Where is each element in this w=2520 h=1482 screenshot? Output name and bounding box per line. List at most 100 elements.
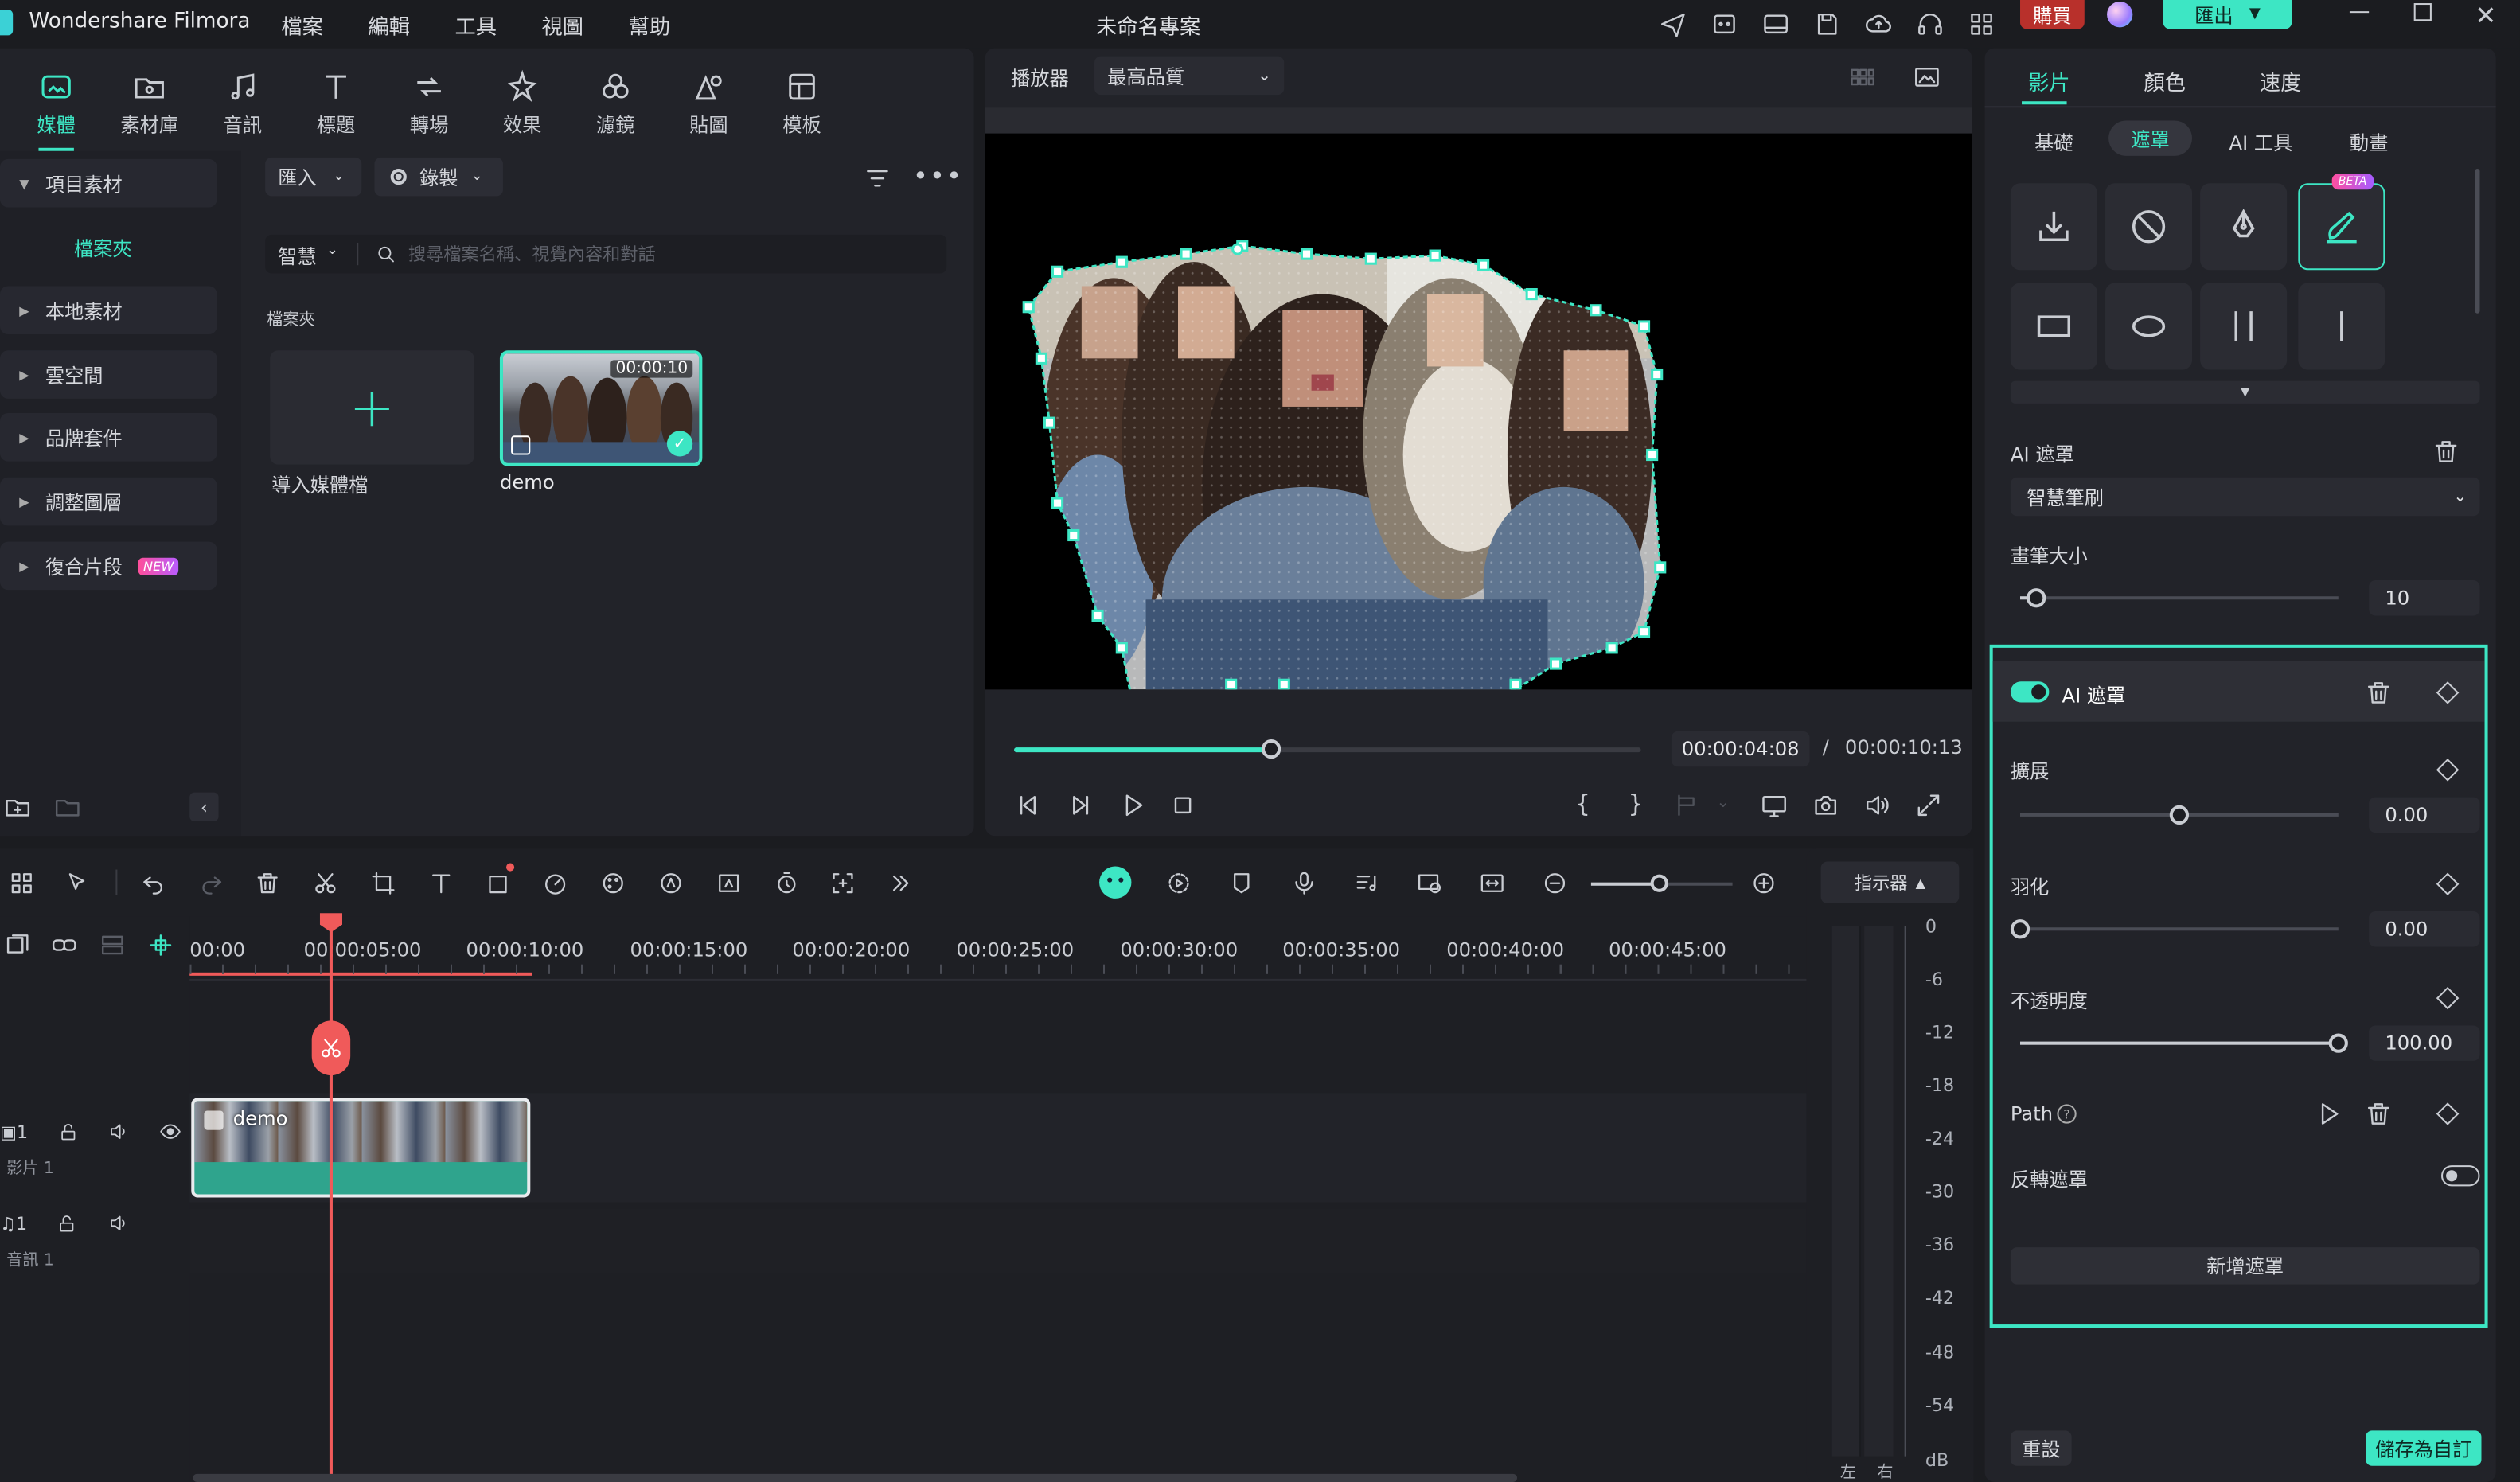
prev-frame-icon[interactable]	[1012, 790, 1044, 821]
user-avatar[interactable]	[2107, 2, 2133, 28]
restore-button[interactable]	[2413, 3, 2432, 21]
ai-copilot-icon[interactable]	[1094, 861, 1136, 903]
assistant-icon[interactable]	[1707, 6, 1742, 41]
magnet-snap-icon[interactable]	[145, 930, 177, 959]
folder-icon[interactable]	[53, 793, 82, 821]
lock-icon[interactable]	[56, 1212, 78, 1234]
toolbar-media[interactable]: 媒體	[10, 58, 103, 148]
filter-sort-icon[interactable]	[860, 161, 895, 196]
toolbar-titles[interactable]: 標題	[289, 58, 382, 148]
timeline-clip[interactable]: demo	[191, 1098, 531, 1198]
chevron-down-icon[interactable]: ⌄	[1716, 794, 1730, 812]
tab-color[interactable]: 顏色	[2144, 66, 2186, 96]
link-icon[interactable]	[49, 930, 80, 959]
fullscreen-icon[interactable]	[1913, 790, 1945, 821]
ai-edit-icon[interactable]	[650, 861, 692, 903]
delete-mask-icon[interactable]	[2364, 678, 2393, 707]
fit-timeline-icon[interactable]	[1470, 861, 1512, 903]
add-mask-button[interactable]: 新增遮罩	[2010, 1247, 2480, 1285]
ai-mask-toggle[interactable]	[2010, 681, 2050, 703]
playhead-split-button[interactable]	[311, 1020, 351, 1076]
menu-tools[interactable]: 工具	[454, 10, 497, 40]
menu-view[interactable]: 視圖	[542, 10, 584, 40]
auto-reframe-icon[interactable]	[823, 861, 864, 903]
mask-mode-dropdown[interactable]: 智慧筆刷 ⌄	[2010, 477, 2480, 517]
snapshot-view-icon[interactable]	[1910, 60, 1945, 95]
opacity-knob[interactable]	[2328, 1033, 2348, 1053]
sidebar-item-compound[interactable]: ▶ 復合片段 NEW	[0, 541, 217, 591]
menu-edit[interactable]: 編輯	[368, 10, 410, 40]
insert-clip-icon[interactable]	[1672, 791, 1703, 820]
volume-icon[interactable]	[1861, 790, 1893, 821]
sidebar-item-folder[interactable]: 檔案夾	[74, 235, 132, 262]
display-settings-icon[interactable]	[1758, 790, 1790, 821]
collapse-sidebar-button[interactable]: ‹	[189, 792, 219, 821]
split-scissors-icon[interactable]	[305, 861, 346, 903]
help-icon[interactable]: ?	[2057, 1104, 2077, 1124]
timer-icon[interactable]	[765, 861, 806, 903]
mark-out-icon[interactable]: }	[1628, 790, 1643, 818]
tab-speed[interactable]: 速度	[2260, 66, 2302, 96]
timeline-hscrollbar[interactable]	[193, 1473, 1518, 1482]
sidebar-item-cloud[interactable]: ▶ 雲空間	[0, 350, 217, 399]
headset-icon[interactable]	[1913, 6, 1948, 41]
cloud-upload-icon[interactable]	[1861, 6, 1896, 41]
grid-view-icon[interactable]	[1845, 60, 1880, 95]
subtab-animation[interactable]: 動畫	[2350, 129, 2388, 156]
close-button[interactable]: ✕	[2475, 0, 2496, 30]
mute-audio-icon[interactable]	[108, 1121, 131, 1143]
audio-mixer-icon[interactable]	[1345, 861, 1387, 903]
add-track-icon[interactable]	[3, 930, 32, 959]
opacity-input[interactable]: 100.00	[2369, 1025, 2480, 1061]
invert-mask-toggle[interactable]	[2441, 1165, 2480, 1187]
reset-button[interactable]: 重設	[2010, 1430, 2072, 1466]
render-preview-icon[interactable]	[1157, 861, 1199, 903]
import-dropdown[interactable]: 匯入 ⌄	[265, 157, 362, 197]
panel-scrollbar[interactable]	[2475, 169, 2480, 314]
layout-icon[interactable]	[1758, 6, 1793, 41]
subtab-ai-tools[interactable]: AI 工具	[2229, 129, 2292, 156]
mask-single-line-tile[interactable]	[2298, 283, 2385, 370]
tab-video[interactable]: 影片	[2028, 66, 2070, 96]
mask-ai-brush-tile[interactable]	[2298, 183, 2385, 271]
mask-rectangle-tile[interactable]	[2010, 283, 2097, 370]
minimize-button[interactable]	[2349, 11, 2370, 14]
audio-meter-header[interactable]: 指示器 ▲	[1820, 861, 1960, 903]
media-clip-thumbnail[interactable]: 00:00:10 ✓	[499, 350, 703, 466]
record-dropdown[interactable]: 錄製 ⌄	[374, 157, 503, 197]
expand-masks-bar[interactable]: ▼	[2010, 380, 2480, 404]
mark-in-icon[interactable]: {	[1575, 790, 1590, 818]
mask-import-tile[interactable]	[2010, 183, 2097, 271]
subtab-basic[interactable]: 基礎	[2034, 129, 2073, 156]
pip-icon[interactable]	[1408, 861, 1449, 903]
toolbar-stickers[interactable]: 貼圖	[662, 58, 755, 148]
text-icon[interactable]	[420, 861, 462, 903]
subtab-mask[interactable]: 遮罩	[2108, 120, 2193, 156]
redo-icon[interactable]	[190, 861, 232, 903]
track-manager-icon[interactable]	[96, 930, 128, 959]
mask-pen-tile[interactable]	[2200, 183, 2288, 271]
search-input[interactable]	[408, 239, 923, 269]
new-folder-icon[interactable]	[3, 793, 32, 821]
next-frame-icon[interactable]	[1064, 790, 1096, 821]
apps-grid-icon[interactable]	[1964, 6, 1999, 41]
player-progress-knob[interactable]	[1261, 739, 1281, 759]
buy-button[interactable]: 購買	[2020, 0, 2085, 29]
send-feedback-icon[interactable]	[1656, 6, 1691, 41]
expand-input[interactable]: 0.00	[2369, 797, 2480, 833]
feather-track[interactable]	[2020, 927, 2339, 931]
expand-knob[interactable]	[2169, 805, 2190, 825]
color-palette-icon[interactable]	[593, 861, 634, 903]
sidebar-item-project-media[interactable]: ▼ 項目素材	[0, 158, 217, 208]
menu-help[interactable]: 幫助	[629, 10, 671, 40]
feather-knob[interactable]	[2010, 919, 2030, 939]
trash-icon[interactable]	[2432, 437, 2460, 466]
feather-input[interactable]: 0.00	[2369, 911, 2480, 947]
brush-size-track[interactable]	[2020, 596, 2339, 600]
sidebar-item-local[interactable]: ▶ 本地素材	[0, 286, 217, 335]
more-options-icon[interactable]: •••	[913, 161, 963, 191]
menu-file[interactable]: 檔案	[281, 10, 323, 40]
export-button[interactable]: 匯出 ▼	[2163, 0, 2292, 29]
play-icon[interactable]	[1117, 790, 1149, 821]
speed-icon[interactable]	[535, 861, 576, 903]
